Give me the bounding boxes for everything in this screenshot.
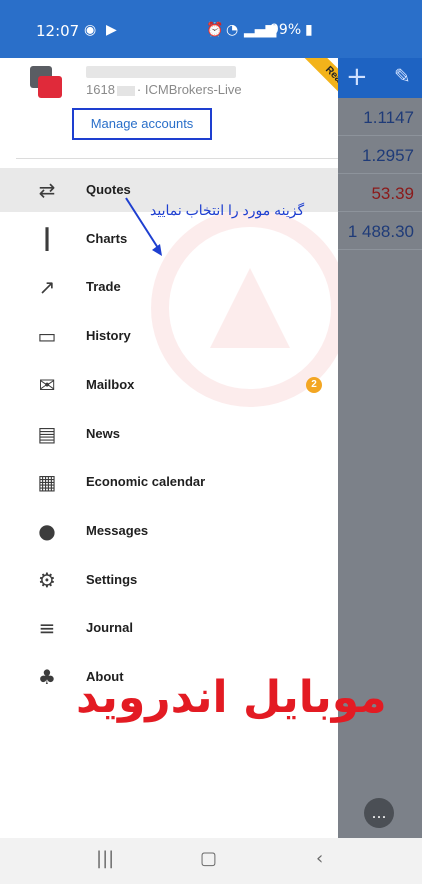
account-info: 1618 · ICMBrokers-Live [86,82,242,97]
whatsapp-icon: ◉ [84,22,97,38]
quote-price[interactable]: 1.2957 [338,138,422,174]
news-icon: ▤ [37,421,57,446]
battery-icon: ▮ [305,22,313,38]
play-icon: ▶ [106,22,117,38]
quote-price[interactable]: 1 488.30 [338,214,422,250]
menu-item-label: Mailbox [86,376,135,392]
alarm-icon: ⏰ [206,22,224,38]
menu-item-news[interactable]: ▤ News [0,412,338,456]
battery-level: 99% [270,22,302,38]
menu-item-label: Settings [86,571,138,587]
menu-item-label: News [86,425,120,441]
quote-price[interactable]: 53.39 [338,176,422,212]
trade-icon: ↗ [38,275,56,300]
messages-icon: ● [38,518,56,543]
status-bar: 12:07 ◉ ▶ ⏰ ◔ ▂▄▆ 99% ▮ [0,0,422,58]
background-toolbar: + ✎ [338,58,422,98]
menu-item-settings[interactable]: ⚙ Settings [0,558,338,602]
status-time: 12:07 [36,22,80,40]
chat-button[interactable]: … [364,798,394,828]
system-nav-bar: ||| ▢ ‹ [0,838,422,884]
annotation-text: گزینه مورد را انتخاب نمایید [150,202,305,218]
about-icon: ♣ [38,665,56,689]
home-button[interactable]: ▢ [200,848,217,869]
wifi-icon: ◔ [226,22,239,38]
menu-item-label: Messages [86,522,149,538]
menu-item-messages[interactable]: ● Messages [0,509,338,553]
quotes-icon: ⇄ [38,178,56,202]
divider [16,158,338,159]
menu-item-journal[interactable]: ≡ Journal [0,606,338,650]
chat-icon: … [371,804,387,822]
edit-icon[interactable]: ✎ [394,64,411,88]
settings-icon: ⚙ [38,567,56,592]
history-icon: ▭ [37,324,57,349]
calendar-icon: ▦ [37,470,57,495]
charts-icon: ┃ [40,226,54,251]
journal-icon: ≡ [38,616,56,641]
quote-price[interactable]: 1.1147 [338,100,422,136]
menu-item-label: History [86,328,131,344]
recent-apps-button[interactable]: ||| [96,848,114,869]
menu-item-mailbox[interactable]: ✉ Mailbox 2 [0,363,338,407]
account-type-ribbon: Real [300,58,338,110]
add-icon[interactable]: + [346,62,368,92]
back-button[interactable]: ‹ [316,848,323,869]
account-name-masked [86,66,236,78]
masked-digits [116,85,135,96]
menu-item-label: Economic calendar [86,474,206,490]
menu-item-economic-calendar[interactable]: ▦ Economic calendar [0,460,338,504]
menu-item-label: Trade [86,279,121,295]
mailbox-icon: ✉ [38,372,56,397]
broker-logo [30,66,64,100]
menu-item-label: Quotes [86,182,131,197]
overlay-title: موبایل اندروید [76,672,387,723]
account-server: · ICMBrokers-Live [136,82,242,97]
menu-item-trade[interactable]: ↗ Trade [0,265,338,309]
account-number: 1618 [86,82,115,97]
menu-item-label: Journal [86,620,133,636]
unread-badge: 2 [306,376,322,393]
manage-accounts-link[interactable]: Manage accounts [72,108,212,140]
menu-item-history[interactable]: ▭ History [0,314,338,358]
